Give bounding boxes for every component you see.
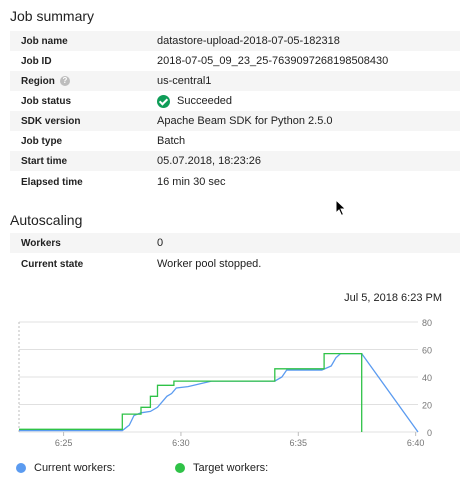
current-state-key: Current state — [21, 258, 84, 270]
start-time-value: 05.07.2018, 18:23:26 — [157, 155, 261, 167]
workers-key: Workers — [21, 237, 61, 249]
y-tick-label: 60 — [422, 346, 432, 356]
x-tick-label: 6:30 — [172, 438, 190, 448]
job-name-key: Job name — [21, 35, 68, 47]
job-summary-title: Job summary — [10, 8, 95, 24]
start-time-key: Start time — [21, 155, 68, 167]
legend-current-label: Current workers: — [34, 462, 116, 474]
y-tick-label: 80 — [422, 318, 432, 328]
legend-target-workers: Target workers: — [175, 462, 268, 474]
current-state-row: Current state Worker pool stopped. — [10, 254, 460, 274]
legend-target-dot — [175, 463, 185, 473]
autoscaling-title: Autoscaling — [10, 212, 83, 228]
job-id-row: Job ID 2018-07-05_09_23_25-7639097268198… — [10, 51, 460, 71]
job-name-value: datastore-upload-2018-07-05-182318 — [157, 35, 340, 47]
start-time-row: Start time 05.07.2018, 18:23:26 — [10, 151, 460, 171]
y-tick-label: 0 — [427, 428, 432, 438]
job-status-value-cell: Succeeded — [157, 94, 233, 108]
sdk-version-key: SDK version — [21, 115, 81, 127]
legend-current-dot — [16, 463, 26, 473]
chart-timestamp: Jul 5, 2018 6:23 PM — [344, 292, 442, 304]
y-tick-label: 20 — [422, 401, 432, 411]
x-tick-label: 6:25 — [55, 438, 73, 448]
x-tick-label: 6:40 — [407, 438, 425, 448]
job-type-row: Job type Batch — [10, 131, 460, 151]
job-status-key: Job status — [21, 95, 72, 107]
job-status-value: Succeeded — [177, 95, 233, 107]
workers-chart: 0 20 40 60 80 6:25 6:30 6:35 6:40 — [18, 318, 432, 448]
job-name-row: Job name datastore-upload-2018-07-05-182… — [10, 31, 460, 51]
current-workers-line — [19, 352, 419, 433]
target-workers-line — [19, 352, 363, 432]
region-value: us-central1 — [157, 75, 212, 87]
y-tick-label: 40 — [422, 373, 432, 383]
job-type-key: Job type — [21, 135, 63, 147]
job-type-value: Batch — [157, 135, 186, 147]
region-key-cell: Region ? — [10, 76, 157, 87]
job-status-row: Job status Succeeded — [10, 91, 460, 111]
region-row: Region ? us-central1 — [10, 71, 460, 91]
job-id-value: 2018-07-05_09_23_25-7639097268198508430 — [157, 55, 389, 67]
elapsed-time-key: Elapsed time — [21, 176, 83, 188]
workers-row: Workers 0 — [10, 233, 460, 253]
legend-current-workers: Current workers: — [16, 462, 115, 474]
x-tick-label: 6:35 — [290, 438, 308, 448]
job-id-key: Job ID — [21, 55, 52, 67]
legend-target-label: Target workers: — [193, 462, 269, 474]
sdk-version-row: SDK version Apache Beam SDK for Python 2… — [10, 111, 460, 131]
workers-value: 0 — [157, 237, 164, 249]
mouse-cursor-icon — [335, 199, 347, 217]
elapsed-time-row: Elapsed time 16 min 30 sec — [10, 172, 460, 192]
sdk-version-value: Apache Beam SDK for Python 2.5.0 — [157, 115, 333, 127]
region-key: Region — [21, 75, 55, 87]
current-state-value: Worker pool stopped. — [157, 258, 262, 270]
elapsed-time-value: 16 min 30 sec — [157, 176, 226, 188]
check-circle-icon — [157, 94, 170, 108]
help-icon[interactable]: ? — [59, 76, 70, 86]
